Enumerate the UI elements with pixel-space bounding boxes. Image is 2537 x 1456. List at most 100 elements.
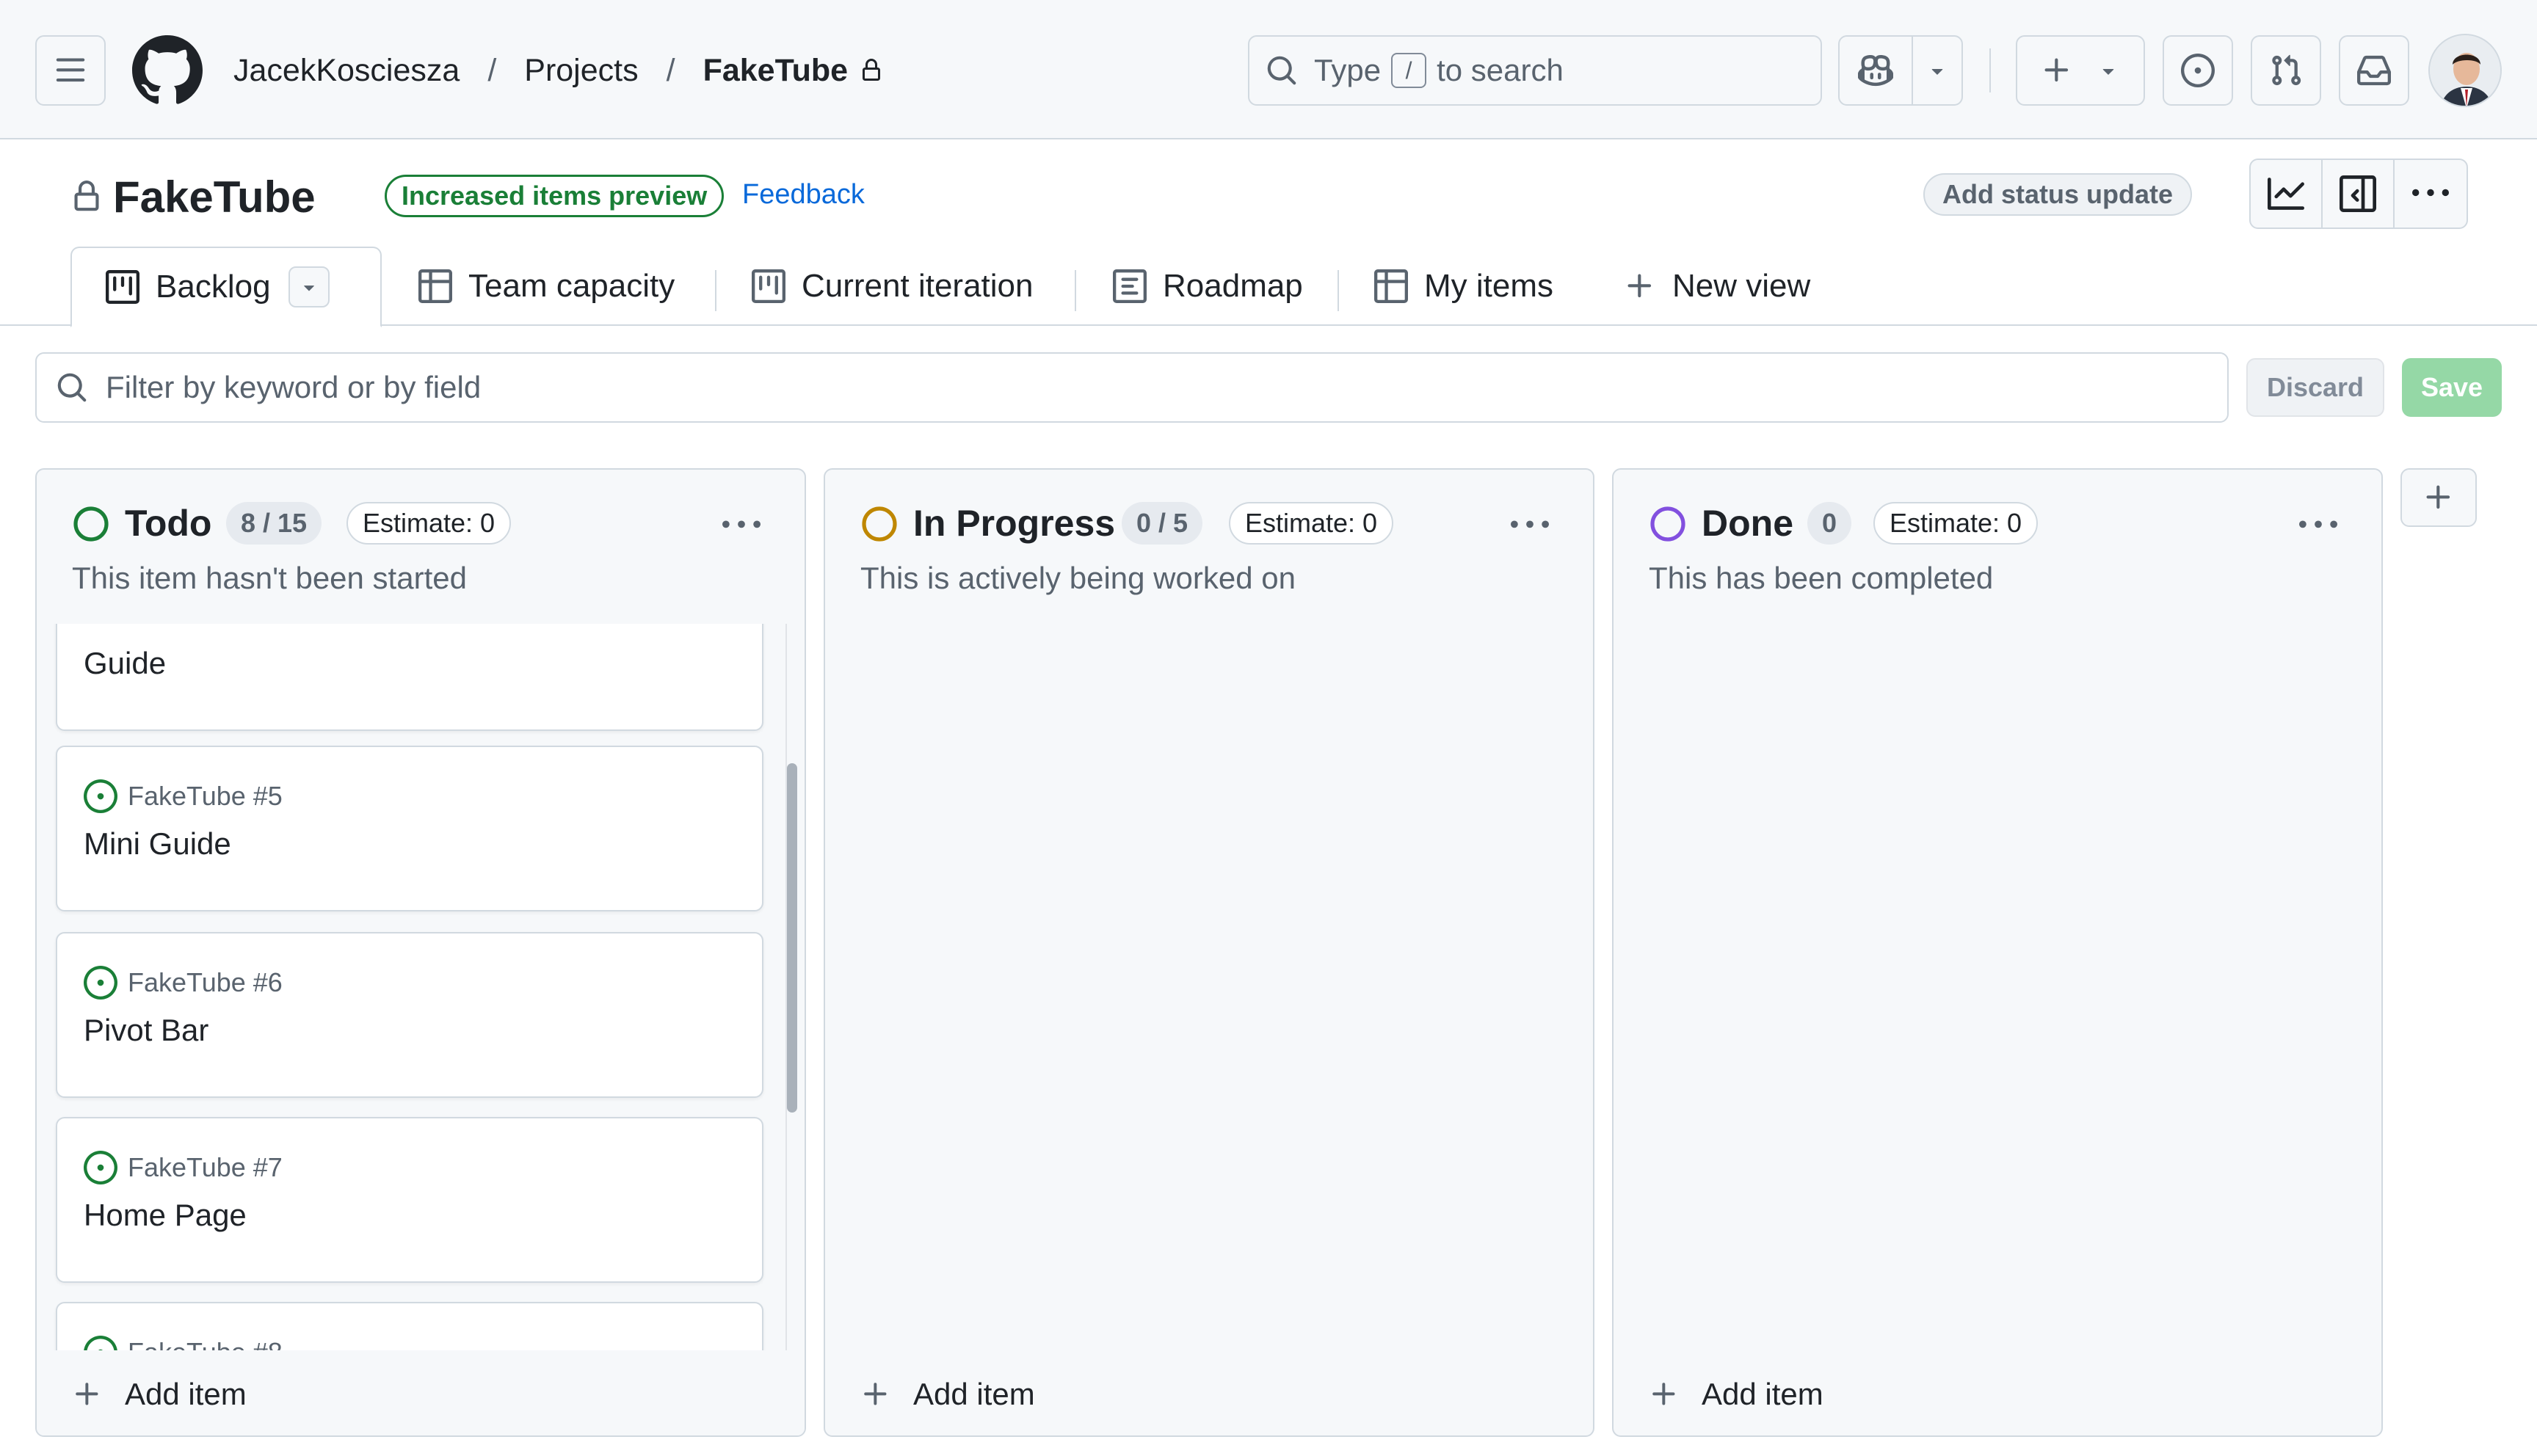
project-board-icon (752, 269, 785, 303)
column-description: This item hasn't been started (72, 561, 467, 595)
breadcrumb-projects-link[interactable]: Projects (524, 53, 638, 89)
plus-icon (72, 1379, 103, 1410)
add-item-button[interactable]: Add item (860, 1372, 1035, 1416)
search-icon (1266, 54, 1298, 87)
global-header: JacekKosciesza / Projects / FakeTube Typ… (0, 0, 2537, 139)
copilot-button[interactable] (1840, 37, 1913, 104)
tab-current-iteration[interactable]: Current iteration (752, 247, 1033, 326)
kebab-horizontal-icon (722, 520, 761, 528)
board-card[interactable]: FakeTube #8 (56, 1302, 763, 1358)
column-header: Todo 8 / 15 Estimate: 0 This item hasn't… (37, 470, 805, 624)
user-avatar[interactable] (2428, 34, 2502, 107)
tab-team-capacity[interactable]: Team capacity (418, 247, 675, 326)
save-button[interactable]: Save (2402, 358, 2502, 417)
issue-opened-icon (84, 1151, 117, 1184)
feedback-link[interactable]: Feedback (742, 179, 865, 211)
triangle-down-icon (2102, 69, 2114, 75)
estimate-badge: Estimate: 0 (1873, 502, 2039, 545)
global-search[interactable]: Type / to search (1248, 35, 1822, 106)
inbox-button[interactable] (2339, 35, 2409, 106)
graph-icon (2268, 178, 2304, 210)
copilot-button-group (1838, 35, 1963, 106)
add-status-update-button[interactable]: Add status update (1923, 173, 2193, 216)
project-actions (2249, 159, 2468, 229)
column-name: In Progress (913, 503, 1116, 544)
card-ref-text: FakeTube #7 (128, 1152, 283, 1182)
add-item-button[interactable]: Add item (72, 1372, 247, 1416)
estimate-badge: Estimate: 0 (1229, 502, 1394, 545)
column-menu-button[interactable] (1511, 506, 1549, 545)
plus-icon (860, 1379, 891, 1410)
board-card[interactable]: FakeTube #7 Home Page (56, 1117, 763, 1283)
column-menu-button[interactable] (2299, 506, 2337, 545)
plus-icon (2044, 58, 2069, 82)
tab-roadmap[interactable]: Roadmap (1113, 247, 1303, 326)
issues-button[interactable] (2163, 35, 2233, 106)
tab-backlog[interactable]: Backlog (70, 247, 382, 327)
breadcrumb-owner-link[interactable]: JacekKosciesza (233, 53, 460, 89)
toggle-sidebar-button[interactable] (2323, 160, 2395, 228)
status-circle-icon (860, 505, 899, 543)
table-icon (1374, 269, 1408, 303)
estimate-badge: Estimate: 0 (346, 502, 512, 545)
kebab-horizontal-icon (1511, 520, 1549, 528)
hamburger-icon (56, 58, 85, 82)
tab-label: Team capacity (468, 268, 675, 304)
search-prefix: Type (1314, 53, 1382, 87)
project-menu-button[interactable] (2395, 160, 2467, 228)
add-item-button[interactable]: Add item (1649, 1372, 1823, 1416)
add-item-label: Add item (913, 1377, 1035, 1411)
breadcrumb-project-link[interactable]: FakeTube (703, 53, 849, 89)
item-count-badge: 0 (1807, 502, 1852, 545)
column-header: Done 0 Estimate: 0 This has been complet… (1614, 470, 2381, 624)
new-view-button[interactable]: New view (1624, 247, 1810, 326)
search-shortcut-key: / (1391, 53, 1427, 88)
project-title-text[interactable]: FakeTube (113, 172, 316, 222)
header-divider (1989, 48, 1991, 92)
add-column-button[interactable] (2400, 468, 2477, 527)
card-title[interactable]: Mini Guide (84, 826, 231, 862)
card-ref-text: FakeTube #6 (128, 967, 283, 997)
card-title[interactable]: Guide (84, 646, 166, 681)
view-options-button[interactable] (288, 266, 330, 307)
add-item-label: Add item (125, 1377, 247, 1411)
issue-opened-icon (2181, 54, 2215, 87)
insights-button[interactable] (2251, 160, 2323, 228)
column-scrollbar[interactable] (787, 763, 797, 1113)
column-card-list: Guide FakeTube #5 Mini Guide FakeTube #6… (37, 624, 805, 1358)
board-column-todo: Todo 8 / 15 Estimate: 0 This item hasn't… (35, 468, 806, 1437)
column-menu-button[interactable] (722, 506, 761, 545)
lock-icon (860, 59, 883, 82)
filter-input[interactable]: Filter by keyword or by field (35, 352, 2229, 423)
card-reference: FakeTube #6 (84, 966, 283, 1000)
copilot-dropdown-button[interactable] (1913, 37, 1961, 104)
discard-button[interactable]: Discard (2246, 358, 2384, 417)
card-title[interactable]: Home Page (84, 1198, 247, 1233)
create-new-button[interactable] (2016, 35, 2145, 106)
tab-divider (715, 270, 716, 311)
pull-requests-button[interactable] (2251, 35, 2321, 106)
menu-button[interactable] (35, 35, 106, 106)
column-description: This is actively being worked on (860, 561, 1296, 595)
card-ref-text: FakeTube #5 (128, 781, 283, 811)
board-card[interactable]: FakeTube #5 Mini Guide (56, 746, 763, 911)
tab-label: Current iteration (802, 268, 1034, 304)
kebab-horizontal-icon (2412, 189, 2449, 197)
card-title[interactable]: Pivot Bar (84, 1013, 208, 1048)
tab-label: Backlog (156, 269, 271, 305)
view-tabs: Backlog Team capacity Current iteration … (0, 247, 2537, 327)
git-pull-request-icon (2272, 54, 2301, 86)
board-column-in-progress: In Progress 0 / 5 Estimate: 0 This is ac… (824, 468, 1594, 1437)
copilot-icon (1858, 54, 1893, 87)
filter-placeholder: Filter by keyword or by field (106, 370, 482, 404)
board-card[interactable]: Guide (56, 624, 763, 731)
github-logo-icon[interactable] (132, 35, 203, 106)
item-count-badge: 8 / 15 (226, 502, 322, 545)
preview-badge: Increased items preview (385, 175, 725, 217)
tab-my-items[interactable]: My items (1374, 247, 1553, 326)
add-item-label: Add item (1702, 1377, 1823, 1411)
breadcrumb-separator: / (487, 52, 497, 88)
search-icon (56, 371, 88, 404)
sidebar-expand-icon (2340, 175, 2376, 212)
board-card[interactable]: FakeTube #6 Pivot Bar (56, 932, 763, 1098)
